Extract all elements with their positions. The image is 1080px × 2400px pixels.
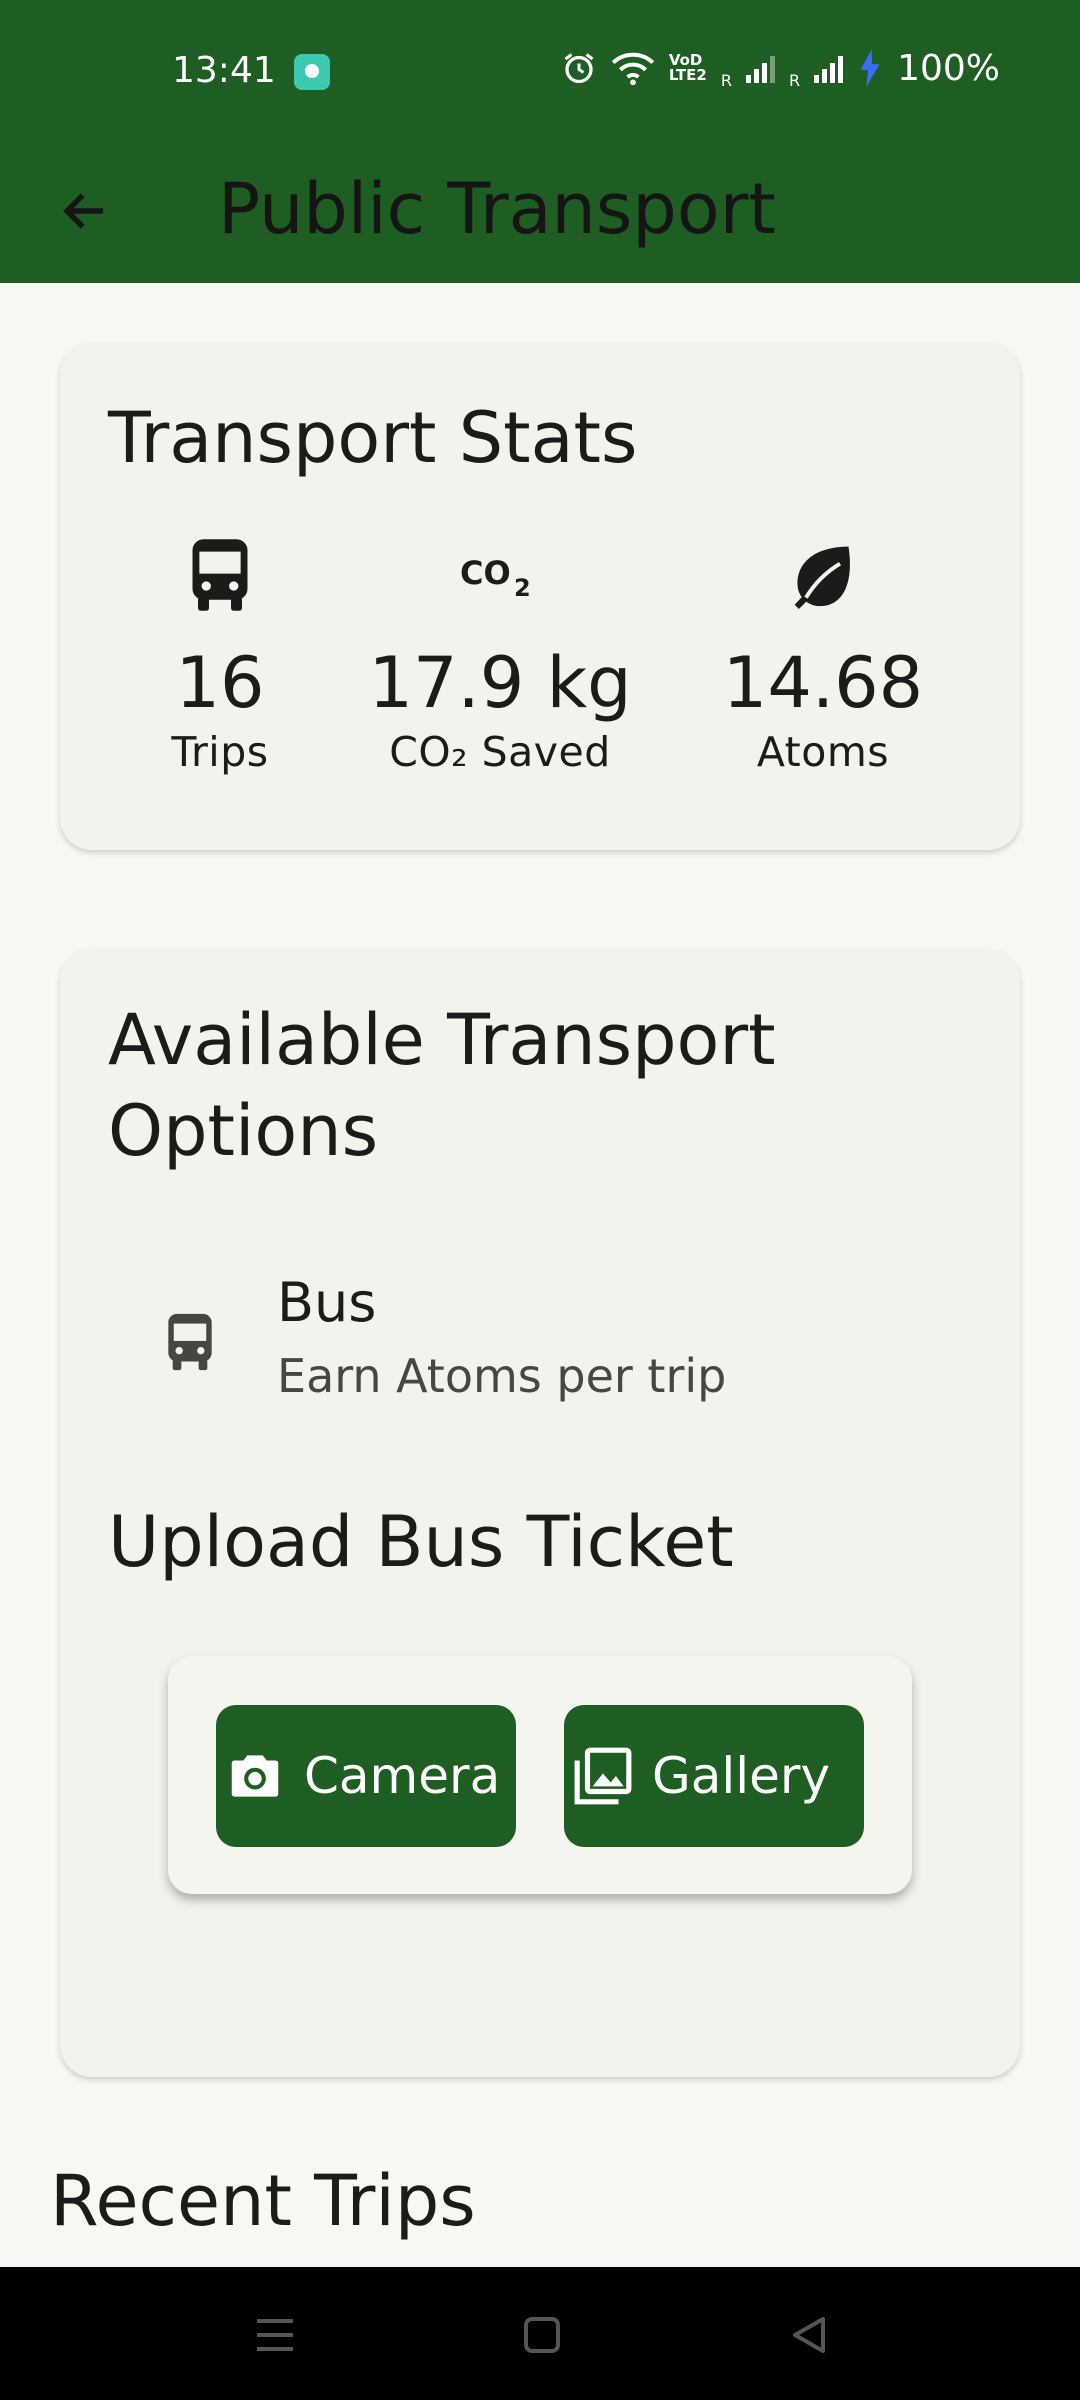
stat-atoms-value: 14.68 xyxy=(722,642,924,724)
status-icons: VoD LTE2 R R 100% xyxy=(561,46,1000,90)
svg-text:2: 2 xyxy=(514,574,531,598)
stats-card-title: Transport Stats xyxy=(108,397,638,479)
system-navigation-bar xyxy=(0,2267,1080,2400)
page-title: Public Transport xyxy=(218,168,776,250)
app-bar: Public Transport xyxy=(0,140,1080,283)
stat-atoms-label: Atoms xyxy=(756,727,890,776)
camera-button[interactable]: Camera xyxy=(216,1705,516,1847)
option-name: Bus xyxy=(277,1271,377,1334)
signal-strength-icon-1 xyxy=(745,53,775,83)
transport-stats-card: Transport Stats 16 Trips CO 2 17.9 kg CO₂… xyxy=(60,343,1020,850)
svg-text:CO: CO xyxy=(460,554,511,592)
upload-buttons-panel: Camera Gallery xyxy=(168,1656,912,1894)
options-card-title: Available Transport Options xyxy=(108,999,776,1172)
arrow-left-icon xyxy=(63,193,103,229)
stat-trips-value: 16 xyxy=(175,642,265,724)
stat-co2: CO 2 17.9 kg CO₂ Saved xyxy=(340,535,660,776)
battery-percentage: 100% xyxy=(897,47,1000,89)
stat-co2-label: CO₂ Saved xyxy=(389,727,611,776)
charging-icon xyxy=(860,49,880,87)
status-bar: 13:41 VoD LTE2 R R 100% xyxy=(0,0,1080,140)
leaf-icon xyxy=(794,546,850,609)
stat-trips: 16 Trips xyxy=(60,535,380,776)
stat-atoms: 14.68 Atoms xyxy=(663,535,983,776)
option-subtitle: Earn Atoms per trip xyxy=(277,1349,727,1403)
wifi-icon xyxy=(611,52,654,86)
stat-co2-value: 17.9 kg xyxy=(368,642,632,724)
stat-trips-label: Trips xyxy=(171,727,269,776)
home-square-icon xyxy=(524,2317,560,2353)
app-notification-icon xyxy=(294,54,330,90)
camera-button-label: Camera xyxy=(304,1747,501,1805)
bus-icon xyxy=(192,539,248,611)
menu-icon xyxy=(257,2319,293,2351)
bus-icon xyxy=(168,1313,212,1371)
nav-home-button[interactable] xyxy=(512,2305,572,2365)
co2-icon: CO 2 xyxy=(460,554,531,598)
upload-ticket-title: Upload Bus Ticket xyxy=(108,1501,734,1583)
gallery-button[interactable]: Gallery xyxy=(564,1705,864,1847)
triangle-back-icon xyxy=(793,2317,825,2353)
nav-menu-button[interactable] xyxy=(245,2305,305,2365)
network-type-label: VoD LTE2 xyxy=(668,51,707,84)
signal-strength-icon-2 xyxy=(814,53,844,83)
status-time: 13:41 xyxy=(172,50,276,91)
signal-prefix-1: R xyxy=(720,71,732,90)
camera-icon xyxy=(231,1755,279,1797)
recent-trips-title: Recent Trips xyxy=(50,2160,476,2242)
gallery-button-label: Gallery xyxy=(652,1747,831,1805)
gallery-icon xyxy=(574,1747,632,1805)
nav-back-button[interactable] xyxy=(779,2305,839,2365)
signal-prefix-2: R xyxy=(788,71,801,90)
alarm-icon xyxy=(564,53,594,84)
transport-options-card: Available Transport Options Bus Earn Ato… xyxy=(60,949,1020,2077)
back-button[interactable] xyxy=(44,170,126,252)
